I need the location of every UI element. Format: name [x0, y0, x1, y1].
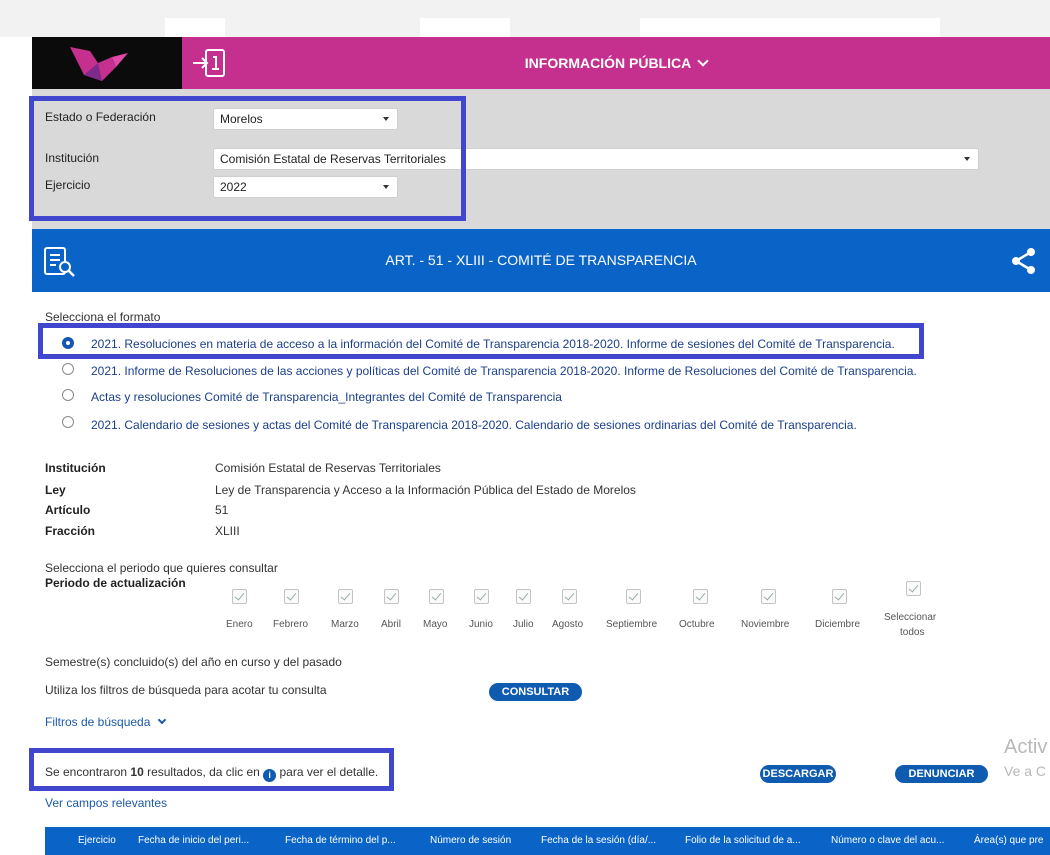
- month-label: Noviembre: [741, 619, 790, 630]
- column-header[interactable]: Fecha de término del p...: [285, 827, 410, 855]
- detail-key: Fracción: [45, 524, 96, 538]
- ver-campos-link[interactable]: Ver campos relevantes: [45, 796, 167, 810]
- logo-icon: [70, 47, 128, 81]
- month-label: Junio: [469, 619, 493, 630]
- activation-watermark: Activ: [1004, 736, 1048, 758]
- checkbox-month[interactable]: [761, 589, 776, 604]
- checkbox-month[interactable]: [338, 589, 353, 604]
- checkbox-month[interactable]: [832, 589, 847, 604]
- checkbox-month[interactable]: [626, 589, 641, 604]
- radio-format-3[interactable]: [62, 389, 74, 401]
- detail-key: Institución: [45, 461, 106, 475]
- format-option-label[interactable]: 2021. Informe de Resoluciones de las acc…: [91, 364, 917, 378]
- month-label: Mayo: [423, 619, 448, 630]
- month-label: Diciembre: [815, 619, 861, 630]
- month-label: Enero: [226, 619, 253, 630]
- highlight-box: [29, 96, 466, 221]
- checkbox-month[interactable]: [474, 589, 489, 604]
- radio-format-2[interactable]: [62, 363, 74, 375]
- column-header[interactable]: Folio de la solicitud de a...: [685, 827, 815, 855]
- checkbox-month[interactable]: [693, 589, 708, 604]
- tab-placeholder: [420, 18, 510, 37]
- detail-value: 51: [215, 503, 229, 517]
- column-header[interactable]: Número de sesión: [430, 827, 525, 855]
- activation-watermark-sub: Ve a C: [1004, 763, 1047, 779]
- filtros-busqueda-toggle[interactable]: Filtros de búsqueda: [45, 715, 166, 729]
- top-strip: [0, 0, 1050, 37]
- periodo-label: Periodo de actualización: [45, 576, 186, 590]
- share-icon[interactable]: [1010, 247, 1038, 275]
- checkbox-month[interactable]: [232, 589, 247, 604]
- column-header[interactable]: Número o clave del acu...: [831, 827, 956, 855]
- highlight-box: [38, 323, 924, 359]
- descargar-button[interactable]: DESCARGAR: [760, 765, 836, 783]
- section-bar: ART. - 51 - XLIII - COMITÉ DE TRANSPAREN…: [32, 229, 1050, 292]
- month-label: Septiembre: [606, 619, 658, 630]
- login-icon[interactable]: [191, 46, 227, 80]
- section-title: ART. - 51 - XLIII - COMITÉ DE TRANSPAREN…: [385, 252, 697, 268]
- chevron-down-icon: [697, 55, 709, 67]
- detail-key: Ley: [45, 483, 66, 497]
- month-label: Octubre: [679, 619, 715, 630]
- column-header[interactable]: Área(s) que pre: [974, 827, 1050, 855]
- detail-value: Ley de Transparencia y Acceso a la Infor…: [215, 483, 636, 497]
- radio-format-4[interactable]: [62, 416, 74, 428]
- checkbox-month[interactable]: [284, 589, 299, 604]
- checkbox-month[interactable]: [384, 589, 399, 604]
- select-all-label: todos: [900, 627, 925, 638]
- column-header[interactable]: Fecha de inicio del peri...: [138, 827, 273, 855]
- checkbox-month[interactable]: [429, 589, 444, 604]
- detail-value: Comisión Estatal de Reservas Territorial…: [215, 461, 441, 475]
- consultar-button[interactable]: CONSULTAR: [489, 683, 582, 701]
- header-menu[interactable]: INFORMACIÓN PÚBLICA: [182, 37, 1050, 89]
- month-label: Febrero: [273, 619, 309, 630]
- select-all-label: Seleccionar: [884, 612, 937, 623]
- tab-placeholder: [640, 18, 940, 37]
- month-label: Marzo: [331, 619, 359, 630]
- logo[interactable]: [32, 37, 182, 89]
- highlight-box: [29, 748, 394, 791]
- month-label: Abril: [381, 619, 402, 630]
- chevron-down-icon: [157, 715, 166, 725]
- header-bar: INFORMACIÓN PÚBLICA: [182, 37, 1050, 89]
- format-option-label[interactable]: Actas y resoluciones Comité de Transpare…: [91, 390, 562, 404]
- checkbox-select-all[interactable]: [906, 581, 921, 596]
- results-table-header: Ejercicio Fecha de inicio del peri... Fe…: [45, 827, 1050, 855]
- format-prompt: Selecciona el formato: [45, 310, 161, 324]
- month-label: Agosto: [552, 619, 584, 630]
- header-title: INFORMACIÓN PÚBLICA: [524, 55, 692, 71]
- month-label: Julio: [513, 619, 534, 630]
- column-header[interactable]: Fecha de la sesión (día/...: [541, 827, 671, 855]
- format-option-label[interactable]: 2021. Calendario de sesiones y actas del…: [91, 418, 857, 432]
- checkbox-month[interactable]: [516, 589, 531, 604]
- semestre-text: Semestre(s) concluido(s) del año en curs…: [45, 655, 342, 669]
- checkbox-month[interactable]: [562, 589, 577, 604]
- filters-hint: Utiliza los filtros de búsqueda para aco…: [45, 683, 327, 697]
- detail-value: XLIII: [215, 524, 240, 538]
- periodo-prompt: Selecciona el periodo que quieres consul…: [45, 561, 278, 575]
- filtros-busqueda-label: Filtros de búsqueda: [45, 715, 151, 729]
- tab-placeholder: [165, 18, 225, 37]
- denunciar-button[interactable]: DENUNCIAR: [895, 765, 988, 783]
- column-header[interactable]: Ejercicio: [78, 827, 116, 855]
- detail-key: Artículo: [45, 503, 91, 517]
- caret-down-icon: [964, 157, 970, 161]
